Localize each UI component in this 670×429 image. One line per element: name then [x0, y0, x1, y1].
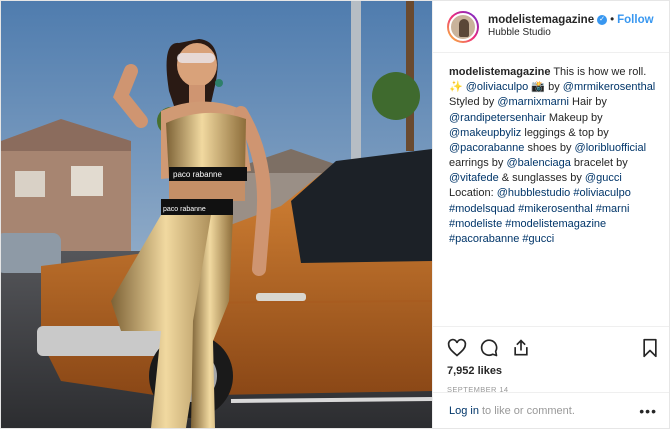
header-info: modelistemagazine ✓ • Follow Hubble Stud…: [488, 13, 654, 40]
login-bar: Log in to like or comment. •••: [433, 392, 669, 428]
post-sidebar: modelistemagazine ✓ • Follow Hubble Stud…: [432, 1, 669, 428]
hashtag-link[interactable]: #mikerosenthal: [518, 203, 593, 215]
hashtag-link[interactable]: #marni: [596, 203, 630, 215]
hashtag-link[interactable]: #modelsquad: [449, 203, 515, 215]
hashtag-link[interactable]: #gucci: [522, 233, 554, 245]
top-band-text: paco rabanne: [173, 170, 222, 179]
mention-link[interactable]: @hubblestudio: [497, 187, 571, 199]
hashtag-link[interactable]: #modelistemagazine: [505, 218, 606, 230]
likes-count[interactable]: 7,952 likes: [447, 365, 659, 377]
post-image: paco rabanne paco rabanne: [1, 1, 432, 428]
more-options-icon[interactable]: •••: [639, 403, 657, 419]
caption-text: & sunglasses by: [498, 172, 585, 185]
location-link[interactable]: Hubble Studio: [488, 27, 654, 40]
mention-link[interactable]: @pacorabanne: [449, 142, 524, 154]
hashtag-link[interactable]: #oliviaculpo: [573, 187, 630, 199]
post-photo[interactable]: paco rabanne paco rabanne: [1, 1, 432, 428]
caption-text: Location:: [449, 187, 497, 200]
hashtag-link[interactable]: #pacorabanne: [449, 233, 519, 245]
post-header: modelistemagazine ✓ • Follow Hubble Stud…: [433, 1, 669, 53]
caption-body: This is how we roll. ✨ @oliviaculpo 📸 by…: [449, 66, 655, 245]
mention-link[interactable]: @randipetersenhair: [449, 112, 546, 124]
verified-badge-icon: ✓: [597, 15, 608, 26]
post-caption: modelistemagazine This is how we roll. ✨…: [433, 53, 669, 311]
comment-icon[interactable]: [479, 338, 499, 358]
caption-text: Makeup by: [545, 111, 603, 124]
bookmark-icon[interactable]: [641, 338, 659, 358]
login-link[interactable]: Log in: [449, 405, 479, 417]
caption-text: Styled by: [449, 96, 498, 109]
caption-text: bracelet by: [570, 157, 628, 170]
avatar[interactable]: [449, 12, 477, 41]
heart-icon[interactable]: [447, 338, 467, 358]
caption-text: Hair by: [569, 96, 607, 109]
mention-link[interactable]: @oliviaculpo: [466, 81, 529, 93]
caption-text: shoes by: [524, 141, 575, 154]
login-prompt: to like or comment.: [481, 404, 575, 417]
instagram-post: paco rabanne paco rabanne modelistemagaz…: [0, 0, 670, 429]
mention-link[interactable]: @makeupbyliz: [449, 127, 521, 139]
follow-button[interactable]: Follow: [617, 13, 653, 27]
share-icon[interactable]: [511, 338, 531, 358]
mention-link[interactable]: @vitafede: [449, 172, 499, 184]
caption-username[interactable]: modelistemagazine: [449, 66, 550, 78]
separator-dot: •: [610, 14, 615, 27]
mention-link[interactable]: @marnixmarni: [497, 96, 569, 108]
caption-text: earrings by: [449, 157, 507, 170]
mention-link[interactable]: @gucci: [585, 172, 622, 184]
username-link[interactable]: modelistemagazine: [488, 13, 594, 27]
action-icons: [447, 333, 659, 363]
hashtag-link[interactable]: #modeliste: [449, 218, 502, 230]
mention-link[interactable]: @loribluofficial: [575, 142, 647, 154]
caption-text: leggings & top by: [521, 126, 609, 139]
avatar-story-ring[interactable]: [447, 10, 479, 43]
caption-text: 📸 by: [528, 81, 563, 94]
post-actions: 7,952 likes SEPTEMBER 14: [433, 326, 669, 394]
mention-link[interactable]: @balenciaga: [506, 157, 570, 169]
waist-band-text: paco rabanne: [163, 206, 206, 213]
mention-link[interactable]: @mrmikerosenthal: [563, 81, 655, 93]
